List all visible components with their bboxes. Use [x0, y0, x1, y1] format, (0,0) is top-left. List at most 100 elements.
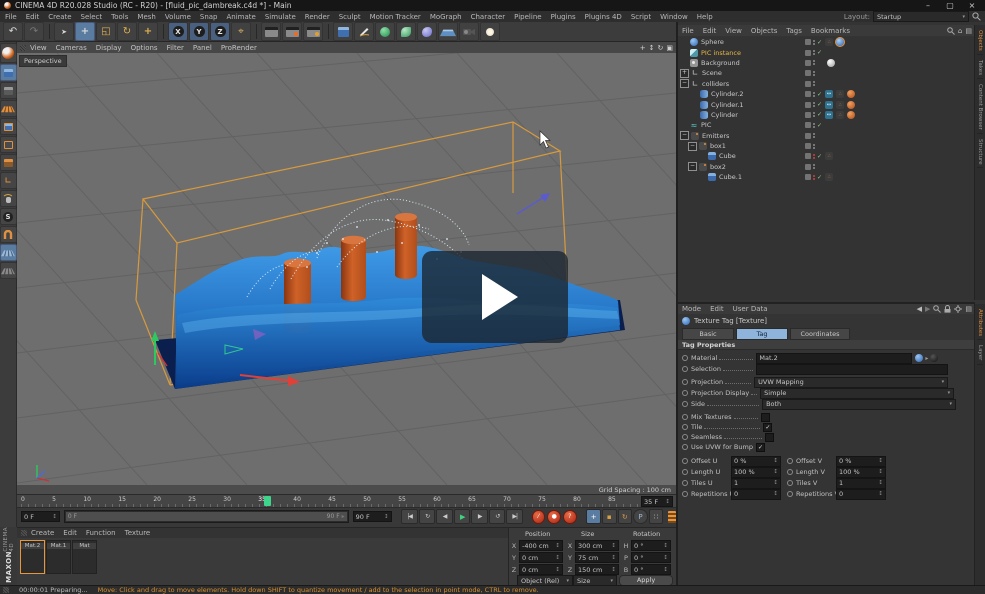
panel-list-icon[interactable]: ▤ [965, 27, 972, 35]
tab-coordinates[interactable]: Coordinates [790, 328, 850, 340]
lock-icon[interactable] [944, 305, 951, 313]
goto-end-button[interactable]: ▶| [506, 509, 523, 524]
render-view-button[interactable] [261, 22, 281, 41]
material-link-field[interactable]: Mat.2 [756, 353, 912, 364]
keyframe-selection-button[interactable]: ? [563, 510, 577, 524]
viewport-perspective[interactable]: View Cameras Display Options Filter Pane… [17, 42, 676, 494]
play-reverse-button[interactable]: ↺ [489, 509, 506, 524]
key-rotation-button[interactable]: ↻ [618, 509, 633, 524]
uvw-bump-checkbox[interactable]: ✓ [756, 443, 765, 452]
am-menu-user-data[interactable]: User Data [733, 305, 768, 313]
expander-icon[interactable]: − [680, 79, 689, 88]
menu-mesh[interactable]: Mesh [137, 13, 155, 21]
camera-label[interactable]: Perspective [19, 55, 67, 67]
menu-pipeline[interactable]: Pipeline [514, 13, 541, 21]
home-icon[interactable]: ⌂ [958, 27, 962, 35]
next-frame-button[interactable]: ▶ [471, 509, 488, 524]
tiles-u-field[interactable]: 1↕ [731, 478, 781, 489]
magnet-snap-button[interactable] [0, 226, 17, 243]
key-scale-button[interactable]: ▪ [602, 509, 617, 524]
timeline-ruler[interactable]: 05 1015 2025 3035 4045 5055 6065 7075 80… [17, 494, 676, 508]
anim-dot-icon[interactable] [682, 355, 688, 361]
size-y-field[interactable]: 75 cm↕ [575, 552, 619, 563]
menu-plugins[interactable]: Plugins [551, 13, 576, 21]
play-loop-button[interactable]: ↻ [419, 509, 436, 524]
mat-menu-function[interactable]: Function [86, 529, 116, 537]
tree-row-cylinder2[interactable]: Cylinder.2 ✓ ↔ ∴ [678, 89, 975, 99]
om-menu-objects[interactable]: Objects [751, 27, 777, 35]
seamless-checkbox[interactable] [765, 433, 774, 442]
tree-row-pic[interactable]: ≈ PIC ✓ [678, 120, 975, 130]
anim-dot-icon[interactable] [682, 414, 688, 420]
layer-toggle[interactable] [805, 112, 811, 118]
tree-row-box1[interactable]: − box1 [678, 141, 975, 151]
layer-toggle[interactable] [805, 133, 811, 139]
menu-volume[interactable]: Volume [165, 13, 191, 21]
panel-handle-icon[interactable] [20, 45, 26, 51]
phong-tag-icon[interactable]: ∴ [825, 152, 833, 160]
vp-menu-view[interactable]: View [30, 44, 47, 52]
mat-menu-texture[interactable]: Texture [125, 529, 151, 537]
model-mode-button[interactable] [0, 64, 17, 81]
collider-tag-icon[interactable]: ↔ [825, 90, 833, 98]
layer-toggle[interactable] [805, 164, 811, 170]
anim-dot-icon[interactable] [682, 379, 688, 385]
layer-toggle[interactable] [805, 122, 811, 128]
search-icon[interactable] [972, 12, 981, 21]
texture-tag-icon[interactable] [827, 59, 835, 67]
am-menu-edit[interactable]: Edit [710, 305, 724, 313]
anim-dot-icon[interactable] [682, 469, 688, 475]
menu-edit[interactable]: Edit [26, 13, 40, 21]
layer-toggle[interactable] [805, 39, 811, 45]
volume-builder-button[interactable] [417, 22, 437, 41]
axis-mode-button[interactable]: ∟ [0, 172, 17, 189]
anim-dot-icon[interactable] [682, 491, 688, 497]
om-menu-file[interactable]: File [682, 27, 694, 35]
menu-simulate[interactable]: Simulate [265, 13, 296, 21]
key-position-button[interactable]: + [586, 509, 601, 524]
last-tool-button[interactable]: + [138, 22, 158, 41]
range-end-field[interactable]: 90 F↕ [353, 511, 392, 522]
phong-tag-icon[interactable]: ∴ [836, 90, 844, 98]
texture-tag-icon-selected[interactable] [836, 38, 844, 46]
anim-dot-icon[interactable] [682, 401, 688, 407]
tree-row-cylinder[interactable]: Cylinder ✓ ↔ ∴ [678, 110, 975, 120]
camera-button[interactable] [459, 22, 479, 41]
am-menu-mode[interactable]: Mode [682, 305, 701, 313]
phong-tag-icon[interactable]: ∴ [825, 173, 833, 181]
play-forward-button[interactable]: ▶ [454, 509, 471, 524]
position-x-field[interactable]: -400 cm↕ [519, 540, 563, 551]
tab-attributes[interactable]: Attributes [977, 306, 983, 340]
redo-button[interactable]: ↷ [24, 22, 44, 41]
size-x-field[interactable]: 300 cm↕ [575, 540, 619, 551]
menu-script[interactable]: Script [631, 13, 651, 21]
anim-dot-icon[interactable] [682, 366, 688, 372]
offset-u-field[interactable]: 0 %↕ [731, 456, 781, 467]
preview-range-slider[interactable]: 0 F 90 F ▸ [64, 510, 349, 523]
previous-frame-button[interactable]: ◀ [436, 509, 453, 524]
phong-tag-icon[interactable]: ∴ [836, 101, 844, 109]
search-icon[interactable] [947, 27, 955, 35]
layer-toggle[interactable] [805, 70, 811, 76]
undo-button[interactable]: ↶ [3, 22, 23, 41]
expander-icon[interactable]: − [688, 142, 697, 151]
tree-row-sphere[interactable]: Sphere ✓ ∴ [678, 37, 975, 47]
panel-handle-icon[interactable] [21, 530, 27, 536]
material-swatch-mat2[interactable]: Mat.2 [20, 540, 45, 574]
vp-menu-filter[interactable]: Filter [167, 44, 184, 52]
tree-row-cube1[interactable]: Cube.1 ✓ ∴ [678, 172, 975, 182]
search-icon[interactable] [933, 305, 941, 313]
menu-tools[interactable]: Tools [111, 13, 128, 21]
render-picture-viewer-button[interactable] [282, 22, 302, 41]
menu-sculpt[interactable]: Sculpt [339, 13, 361, 21]
side-select[interactable]: Both▾ [762, 399, 956, 410]
goto-start-button[interactable]: |◀ [401, 509, 418, 524]
tree-row-box2[interactable]: − box2 [678, 162, 975, 172]
menu-mograph[interactable]: MoGraph [430, 13, 462, 21]
collider-tag-icon[interactable]: ↔ [825, 111, 833, 119]
length-v-field[interactable]: 100 %↕ [836, 467, 886, 478]
video-play-button[interactable] [422, 251, 568, 343]
rotation-p-field[interactable]: 0 °↕ [631, 552, 671, 563]
layer-toggle[interactable] [805, 81, 811, 87]
phong-tag-icon[interactable]: ∴ [836, 111, 844, 119]
